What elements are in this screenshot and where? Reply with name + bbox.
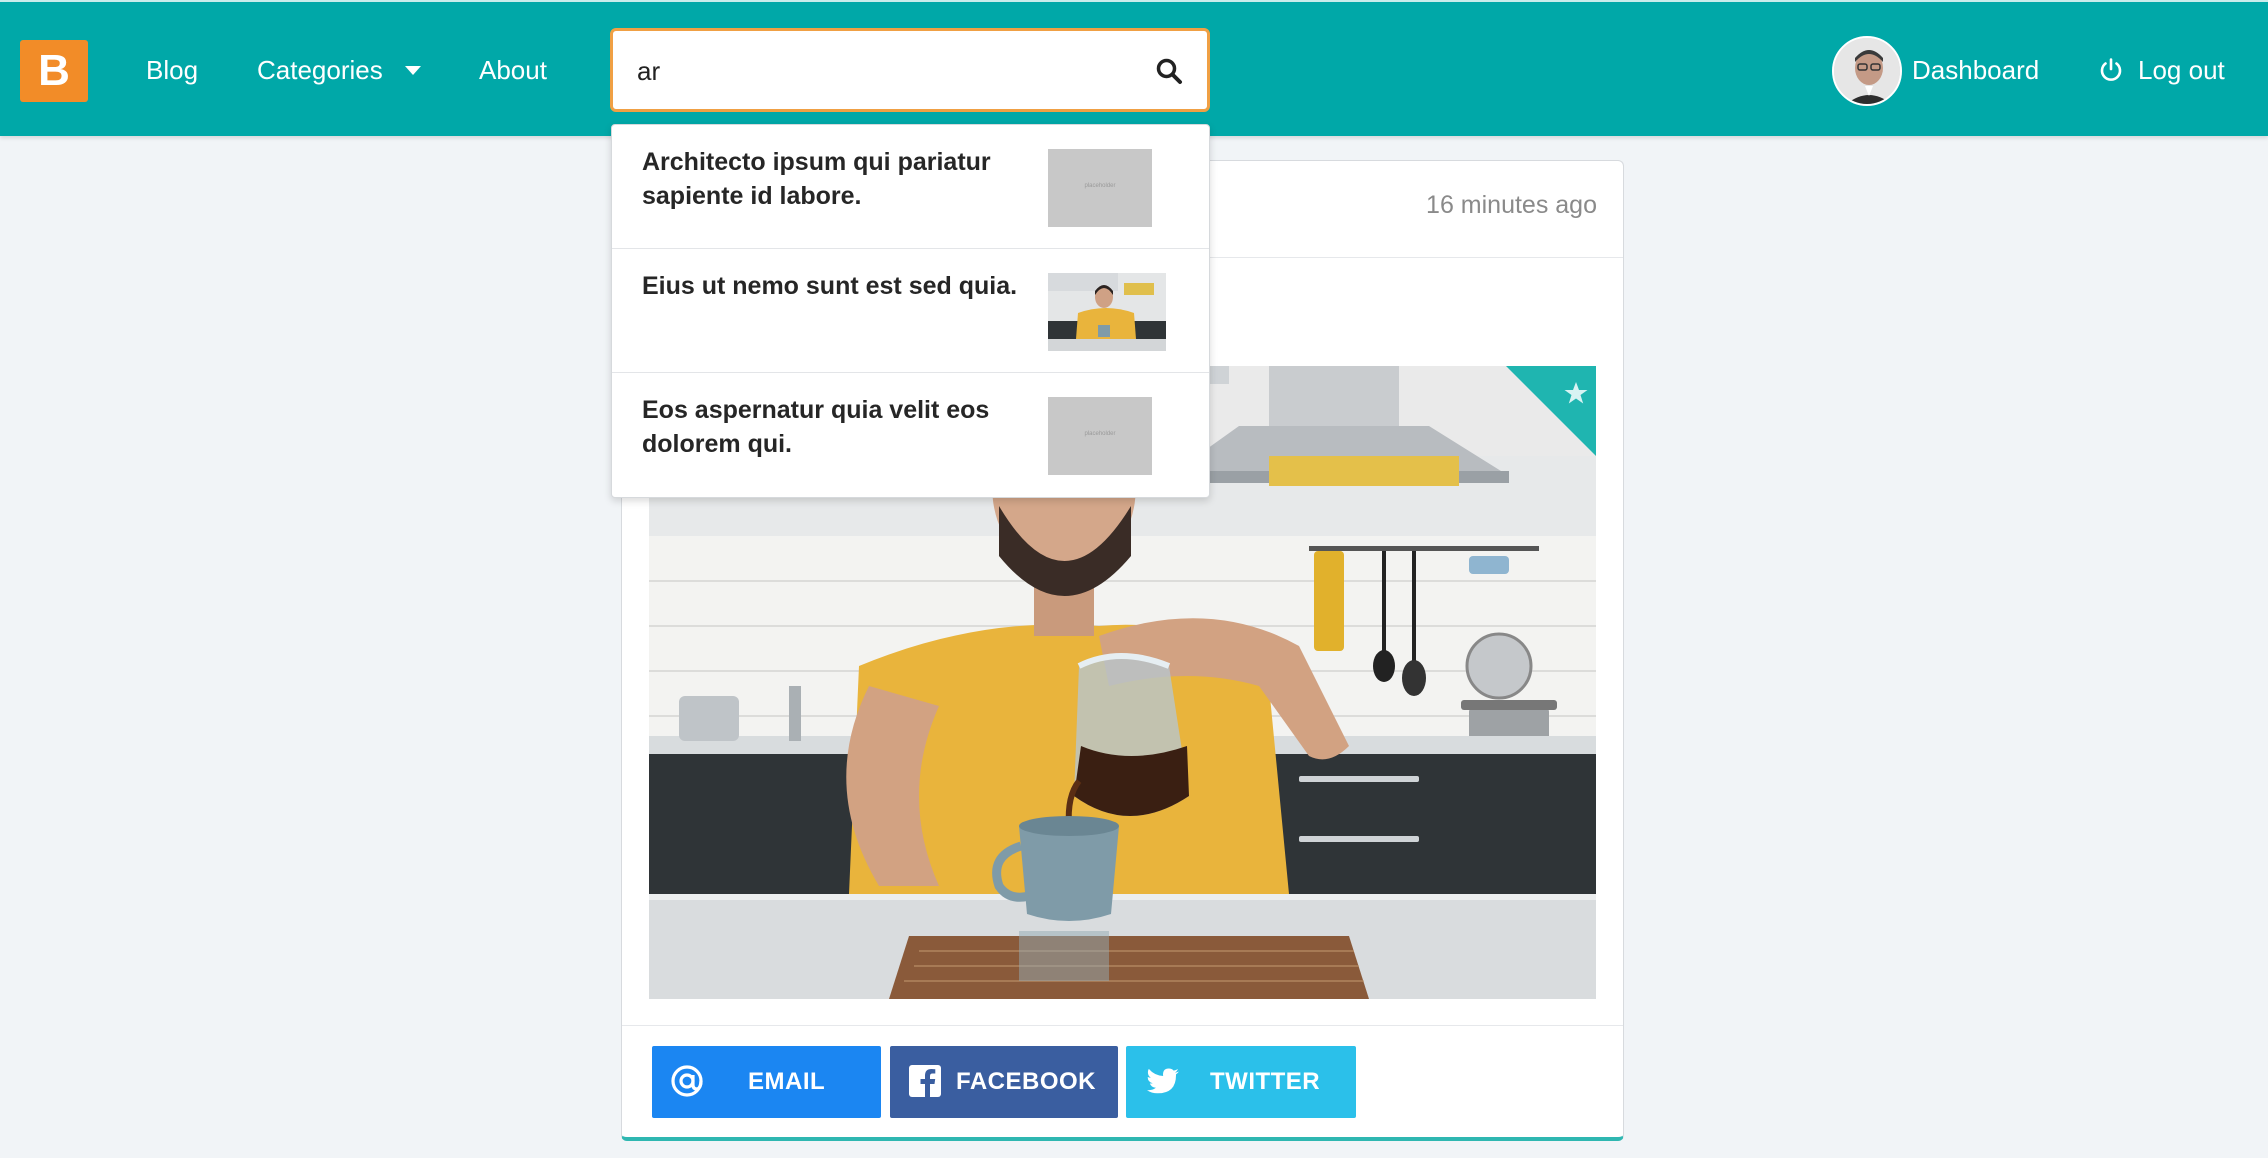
twitter-icon: [1147, 1068, 1179, 1094]
search-result-title[interactable]: Eos aspernatur quia velit eos dolorem qu…: [642, 393, 1022, 461]
search-result-thumbnail-placeholder[interactable]: placeholder: [1048, 397, 1152, 475]
nav-link-blog[interactable]: Blog: [146, 50, 198, 90]
nav-link-about[interactable]: About: [479, 50, 547, 90]
search-result-title[interactable]: Eius ut nemo sunt est sed quia.: [642, 269, 1022, 303]
logout-link[interactable]: Log out: [2138, 50, 2225, 90]
search-result-thumbnail-photo[interactable]: [1048, 273, 1166, 351]
search-result-item[interactable]: Eos aspernatur quia velit eos dolorem qu…: [612, 373, 1209, 497]
nav-link-categories[interactable]: Categories: [257, 50, 383, 90]
nav-link-dashboard[interactable]: Dashboard: [1912, 50, 2039, 90]
share-twitter-label: TWITTER: [1210, 1068, 1321, 1095]
search-icon[interactable]: [1155, 57, 1183, 85]
power-icon[interactable]: [2098, 57, 2124, 83]
card-footer-divider: [622, 1025, 1623, 1026]
share-facebook-button[interactable]: FACEBOOK: [890, 1046, 1118, 1118]
star-icon[interactable]: [1563, 380, 1589, 406]
top-navbar: B Blog Categories About Dashboard Log ou…: [0, 0, 2268, 136]
chevron-down-icon[interactable]: [405, 66, 421, 75]
share-facebook-label: FACEBOOK: [956, 1068, 1097, 1095]
user-avatar[interactable]: [1832, 36, 1902, 106]
search-result-title[interactable]: Architecto ipsum qui pariatur sapiente i…: [642, 145, 1022, 213]
search-result-item[interactable]: Eius ut nemo sunt est sed quia.: [612, 249, 1209, 373]
post-timestamp: 16 minutes ago: [1426, 191, 1597, 219]
facebook-icon: [909, 1065, 941, 1097]
placeholder-label: placeholder: [1084, 431, 1116, 437]
search-results-dropdown: Architecto ipsum qui pariatur sapiente i…: [611, 124, 1210, 498]
share-email-button[interactable]: EMAIL: [652, 1046, 881, 1118]
search-result-thumbnail-placeholder[interactable]: placeholder: [1048, 149, 1152, 227]
at-sign-icon: [671, 1065, 703, 1097]
placeholder-label: placeholder: [1084, 183, 1116, 189]
share-email-label: EMAIL: [748, 1068, 826, 1095]
search-input[interactable]: [637, 49, 1117, 93]
share-twitter-button[interactable]: TWITTER: [1126, 1046, 1356, 1118]
search-box: [610, 28, 1210, 112]
search-result-item[interactable]: Architecto ipsum qui pariatur sapiente i…: [612, 125, 1209, 249]
site-logo[interactable]: B: [20, 40, 88, 102]
